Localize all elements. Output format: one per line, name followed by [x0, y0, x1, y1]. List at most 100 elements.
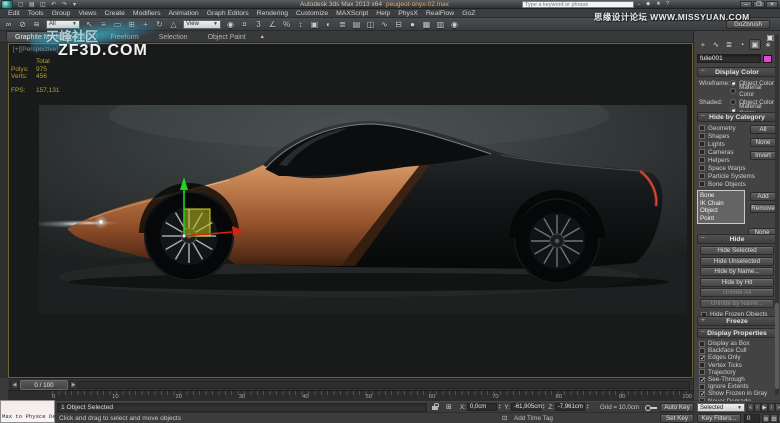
- category-remove-button[interactable]: Remove: [750, 204, 776, 213]
- display-property-checkbox-row[interactable]: Trajectory: [699, 369, 777, 376]
- display-property-checkbox-row[interactable]: Show Frozen in Gray: [699, 390, 777, 397]
- new-scene-icon[interactable]: ▢: [18, 1, 27, 9]
- object-color-swatch[interactable]: [763, 55, 772, 63]
- ribbon-minimize-icon[interactable]: ▴: [261, 33, 273, 42]
- minimize-button[interactable]: –: [740, 1, 752, 8]
- favorites-star-icon[interactable]: ★: [656, 1, 665, 8]
- display-property-checkbox-row[interactable]: Backface Cull: [699, 347, 777, 354]
- current-frame-field[interactable]: 0: [744, 414, 760, 423]
- select-and-rotate-icon[interactable]: ↻: [153, 19, 166, 30]
- next-key-nub[interactable]: ▶: [70, 381, 77, 389]
- go-to-start-icon[interactable]: «: [747, 403, 754, 412]
- set-key-mode-icon[interactable]: [644, 403, 658, 411]
- category-invert-button[interactable]: Invert: [750, 151, 776, 160]
- zoom-extents-icon[interactable]: ⊞: [770, 414, 778, 423]
- category-list-item[interactable]: IK Chain Object: [700, 200, 742, 215]
- wireframe-material-color-radio[interactable]: Material Color: [730, 87, 777, 95]
- time-slider-handle[interactable]: 0 / 100: [20, 380, 68, 390]
- layer-manager-icon[interactable]: ▤: [350, 19, 363, 30]
- rendered-frame-icon[interactable]: ▥: [434, 19, 447, 30]
- prev-frame-icon[interactable]: ‹: [754, 403, 761, 412]
- display-property-checkbox-row[interactable]: Ignore Extents: [699, 383, 777, 390]
- display-tab-icon[interactable]: ▣: [749, 39, 761, 50]
- gozbrush-button[interactable]: GoZbrush: [726, 20, 770, 29]
- rollout-header-display-properties[interactable]: Display Properties: [697, 328, 777, 338]
- hide-action-button[interactable]: Hide by Name...: [700, 267, 774, 276]
- menu-item[interactable]: RealFlow: [422, 10, 458, 17]
- restore-button[interactable]: ❐: [753, 1, 765, 8]
- ribbon-tab[interactable]: Freeform: [101, 31, 147, 42]
- time-tag-icon[interactable]: ⊡: [502, 414, 511, 423]
- menu-item[interactable]: Rendering: [253, 10, 292, 17]
- unlink-selection-icon[interactable]: ⊘: [16, 19, 29, 30]
- category-add-button[interactable]: Add: [750, 192, 776, 201]
- select-and-manipulate-icon[interactable]: ¤: [238, 19, 251, 30]
- render-production-icon[interactable]: ◉: [448, 19, 461, 30]
- spinner-icon[interactable]: ▲▼: [498, 404, 501, 411]
- schematic-view-icon[interactable]: ⊟: [392, 19, 405, 30]
- modify-tab-icon[interactable]: ∿: [710, 39, 722, 50]
- app-logo-icon[interactable]: [1, 0, 13, 9]
- category-all-button[interactable]: All: [750, 125, 776, 134]
- hide-action-button[interactable]: Unhide All: [700, 288, 774, 297]
- percent-snap-icon[interactable]: %: [280, 19, 293, 30]
- undo-icon[interactable]: ↶: [51, 1, 60, 9]
- render-setup-icon[interactable]: ▦: [420, 19, 433, 30]
- snaps-toggle-icon[interactable]: 3: [252, 19, 265, 30]
- reference-coordinate-dropdown[interactable]: View▼: [183, 20, 221, 29]
- go-to-end-icon[interactable]: »: [775, 403, 780, 412]
- ribbon-tab[interactable]: Selection: [150, 31, 197, 42]
- display-property-checkbox-row[interactable]: Display as Box: [699, 340, 777, 347]
- use-pivot-center-icon[interactable]: ◉: [224, 19, 237, 30]
- display-property-checkbox-row[interactable]: See-Through: [699, 376, 777, 383]
- menu-item[interactable]: GoZ: [458, 10, 479, 17]
- hide-action-button[interactable]: Hide Selected: [700, 246, 774, 255]
- display-property-checkbox-row[interactable]: Vertex Ticks: [699, 362, 777, 369]
- menu-item[interactable]: Views: [74, 10, 100, 17]
- object-name-field[interactable]: fulie001: [697, 54, 761, 63]
- mirror-icon[interactable]: ◐: [322, 19, 335, 30]
- rollout-header-freeze[interactable]: Freeze: [697, 316, 777, 326]
- window-crossing-icon[interactable]: ⊞: [125, 19, 138, 30]
- hierarchy-tab-icon[interactable]: ≣: [723, 39, 735, 50]
- selection-set-dropdown[interactable]: Selected▼: [697, 403, 745, 412]
- spinner-snap-icon[interactable]: ↕: [294, 19, 307, 30]
- select-object-icon[interactable]: ↖: [83, 19, 96, 30]
- named-selection-sets-icon[interactable]: ▣: [308, 19, 321, 30]
- absolute-mode-icon[interactable]: ⊞: [446, 403, 456, 412]
- next-frame-icon[interactable]: ›: [768, 403, 775, 412]
- curve-editor-icon[interactable]: ∿: [378, 19, 391, 30]
- angle-snap-icon[interactable]: ∠: [266, 19, 279, 30]
- select-by-name-icon[interactable]: ≡: [97, 19, 110, 30]
- key-filters-button[interactable]: Key Filters...: [697, 414, 741, 423]
- open-file-icon[interactable]: ▤: [29, 1, 38, 9]
- ribbon-toggle-icon[interactable]: ◫: [364, 19, 377, 30]
- communication-center-icon[interactable]: ◆: [646, 1, 655, 8]
- category-custom-list[interactable]: BoneIK Chain ObjectPoint: [697, 190, 745, 224]
- ribbon-tab[interactable]: Object Paint: [199, 31, 255, 42]
- rollout-header-hide[interactable]: Hide: [697, 234, 777, 244]
- menu-item[interactable]: Animation: [164, 10, 202, 17]
- selection-region-icon[interactable]: ▭: [111, 19, 124, 30]
- hide-action-button[interactable]: Hide by Hit: [700, 278, 774, 287]
- spinner-icon[interactable]: ▲▼: [542, 404, 545, 411]
- display-property-checkbox-row[interactable]: Edges Only: [699, 354, 777, 361]
- track-bar[interactable]: 0102030405060708090100: [8, 390, 694, 401]
- play-icon[interactable]: ▶: [761, 403, 768, 412]
- menu-item[interactable]: MAXScript: [332, 10, 372, 17]
- menu-item[interactable]: Help: [372, 10, 394, 17]
- set-key-button[interactable]: Set Key: [660, 414, 694, 423]
- close-button[interactable]: ×: [766, 1, 778, 8]
- select-and-scale-icon[interactable]: △: [167, 19, 180, 30]
- workspace-dropdown-icon[interactable]: ▾: [73, 1, 82, 9]
- align-icon[interactable]: ≣: [336, 19, 349, 30]
- menu-item[interactable]: Group: [48, 10, 75, 17]
- select-and-move-icon[interactable]: +: [139, 19, 152, 30]
- category-list-item[interactable]: Point: [700, 215, 742, 223]
- hide-action-button[interactable]: Hide Unselected: [700, 257, 774, 266]
- selection-filter-dropdown[interactable]: All▼: [46, 20, 80, 29]
- menu-item[interactable]: Create: [101, 10, 129, 17]
- menu-item[interactable]: Graph Editors: [203, 10, 253, 17]
- rollout-header-hide-by-category[interactable]: Hide by Category: [697, 112, 777, 122]
- category-none-button[interactable]: None: [750, 138, 776, 147]
